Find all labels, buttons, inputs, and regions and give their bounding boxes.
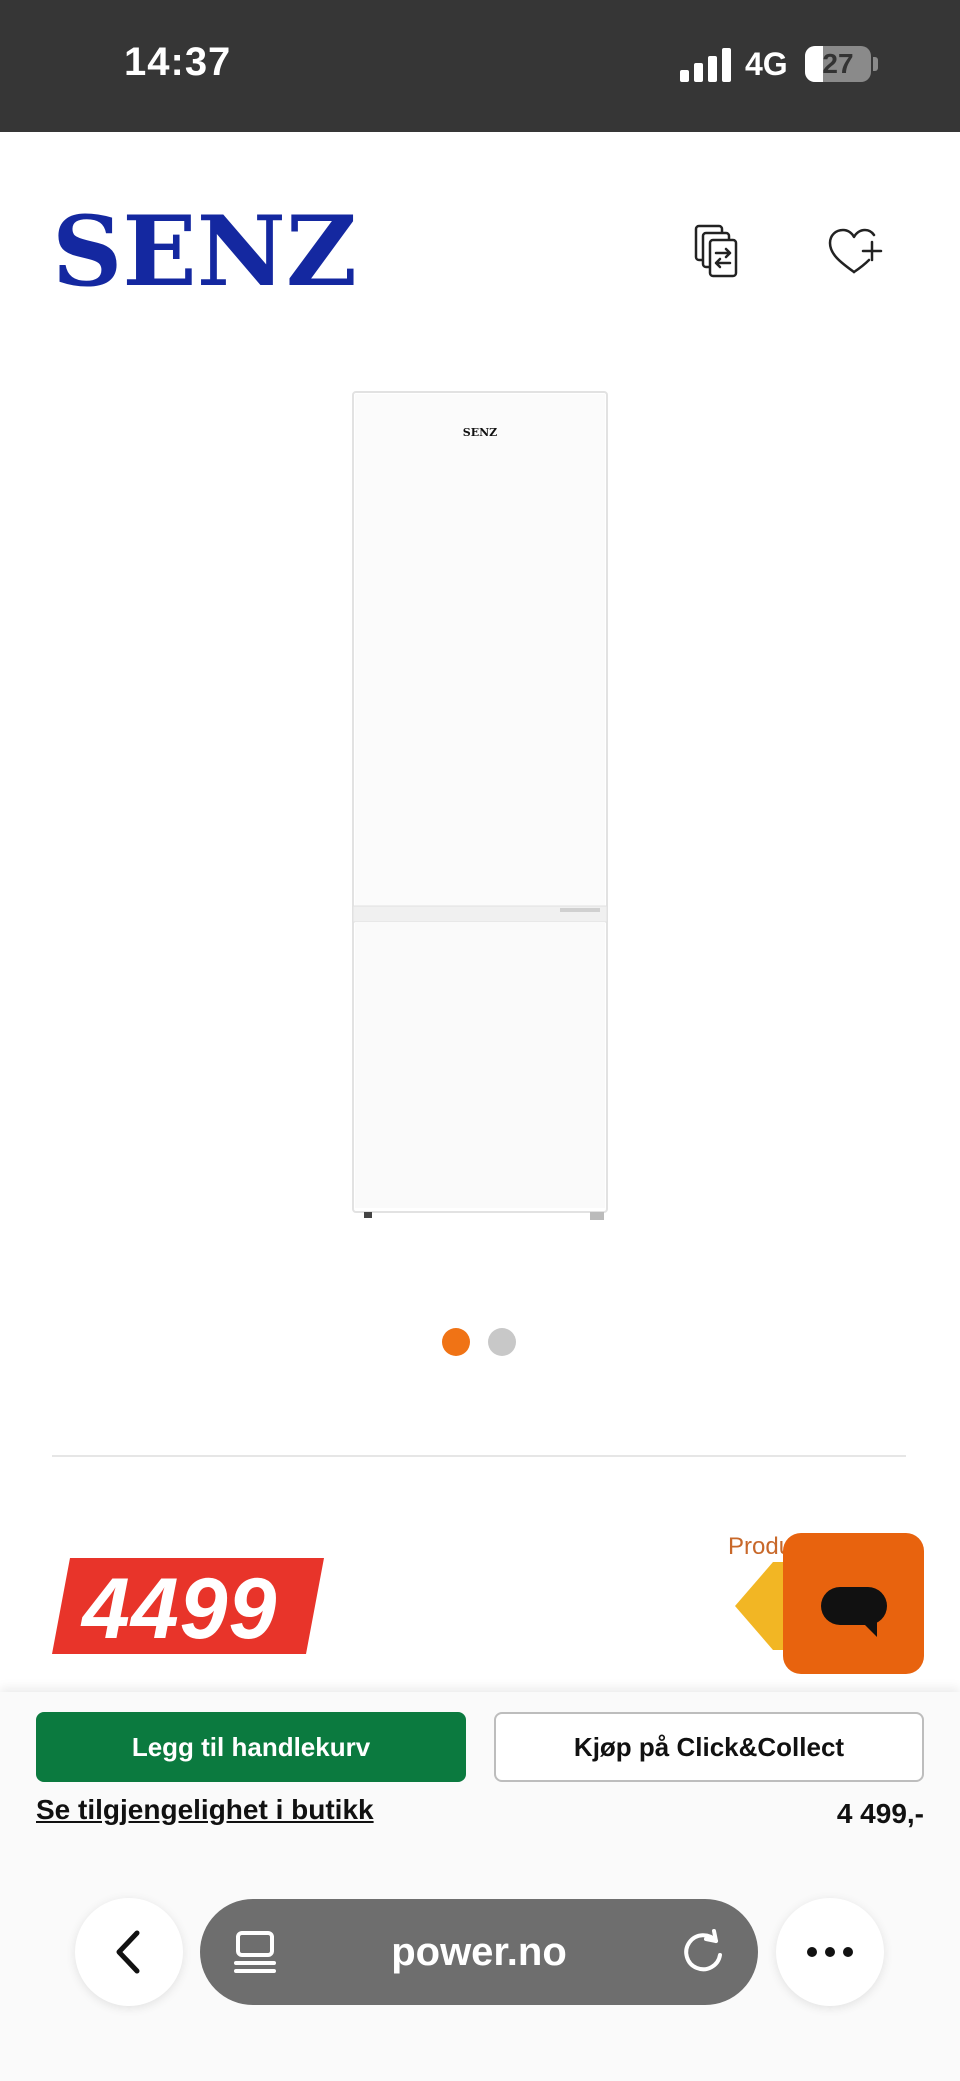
gallery-dots (442, 1328, 522, 1358)
product-image[interactable]: SENZ (350, 390, 610, 1220)
add-to-cart-button[interactable]: Legg til handlekurv (36, 1712, 466, 1782)
click-collect-button[interactable]: Kjøp på Click&Collect (494, 1712, 924, 1782)
gallery-dot-2[interactable] (488, 1328, 516, 1356)
chat-bubble-icon (821, 1587, 887, 1637)
brand-logo-text: SENZ (52, 212, 357, 292)
compare-icon[interactable] (690, 222, 750, 282)
battery-tip (873, 57, 878, 71)
product-label: Produ (728, 1533, 784, 1560)
url-bar[interactable]: power.no (200, 1899, 758, 2005)
gallery-dot-1[interactable] (442, 1328, 470, 1356)
more-icon-dot (825, 1947, 835, 1957)
status-time: 14:37 (124, 40, 232, 84)
status-bar: 14:37 4G 27 (0, 0, 960, 132)
price: 4499 (82, 1561, 278, 1657)
more-icon-dot (807, 1947, 817, 1957)
url-text: power.no (391, 1930, 567, 1974)
summary-price: 4 499,- (836, 1798, 924, 1829)
more-icon-dot (843, 1947, 853, 1957)
battery-level: 27 (822, 48, 854, 79)
more-button[interactable] (776, 1898, 884, 2006)
divider (52, 1455, 906, 1457)
chat-button[interactable] (783, 1533, 924, 1674)
fridge-brand-label: SENZ (463, 426, 497, 439)
brand-logo[interactable]: SENZ (52, 195, 362, 308)
signal-icon (680, 48, 732, 82)
network-type: 4G (745, 46, 788, 82)
reload-icon[interactable] (678, 1927, 728, 1977)
chevron-left-icon (116, 1930, 140, 1974)
heart-plus-icon[interactable] (824, 222, 884, 282)
battery-icon: 27 (805, 46, 871, 82)
store-availability-link[interactable]: Se tilgjengelighet i butikk (36, 1794, 374, 1826)
browser-back-button[interactable] (75, 1898, 183, 2006)
